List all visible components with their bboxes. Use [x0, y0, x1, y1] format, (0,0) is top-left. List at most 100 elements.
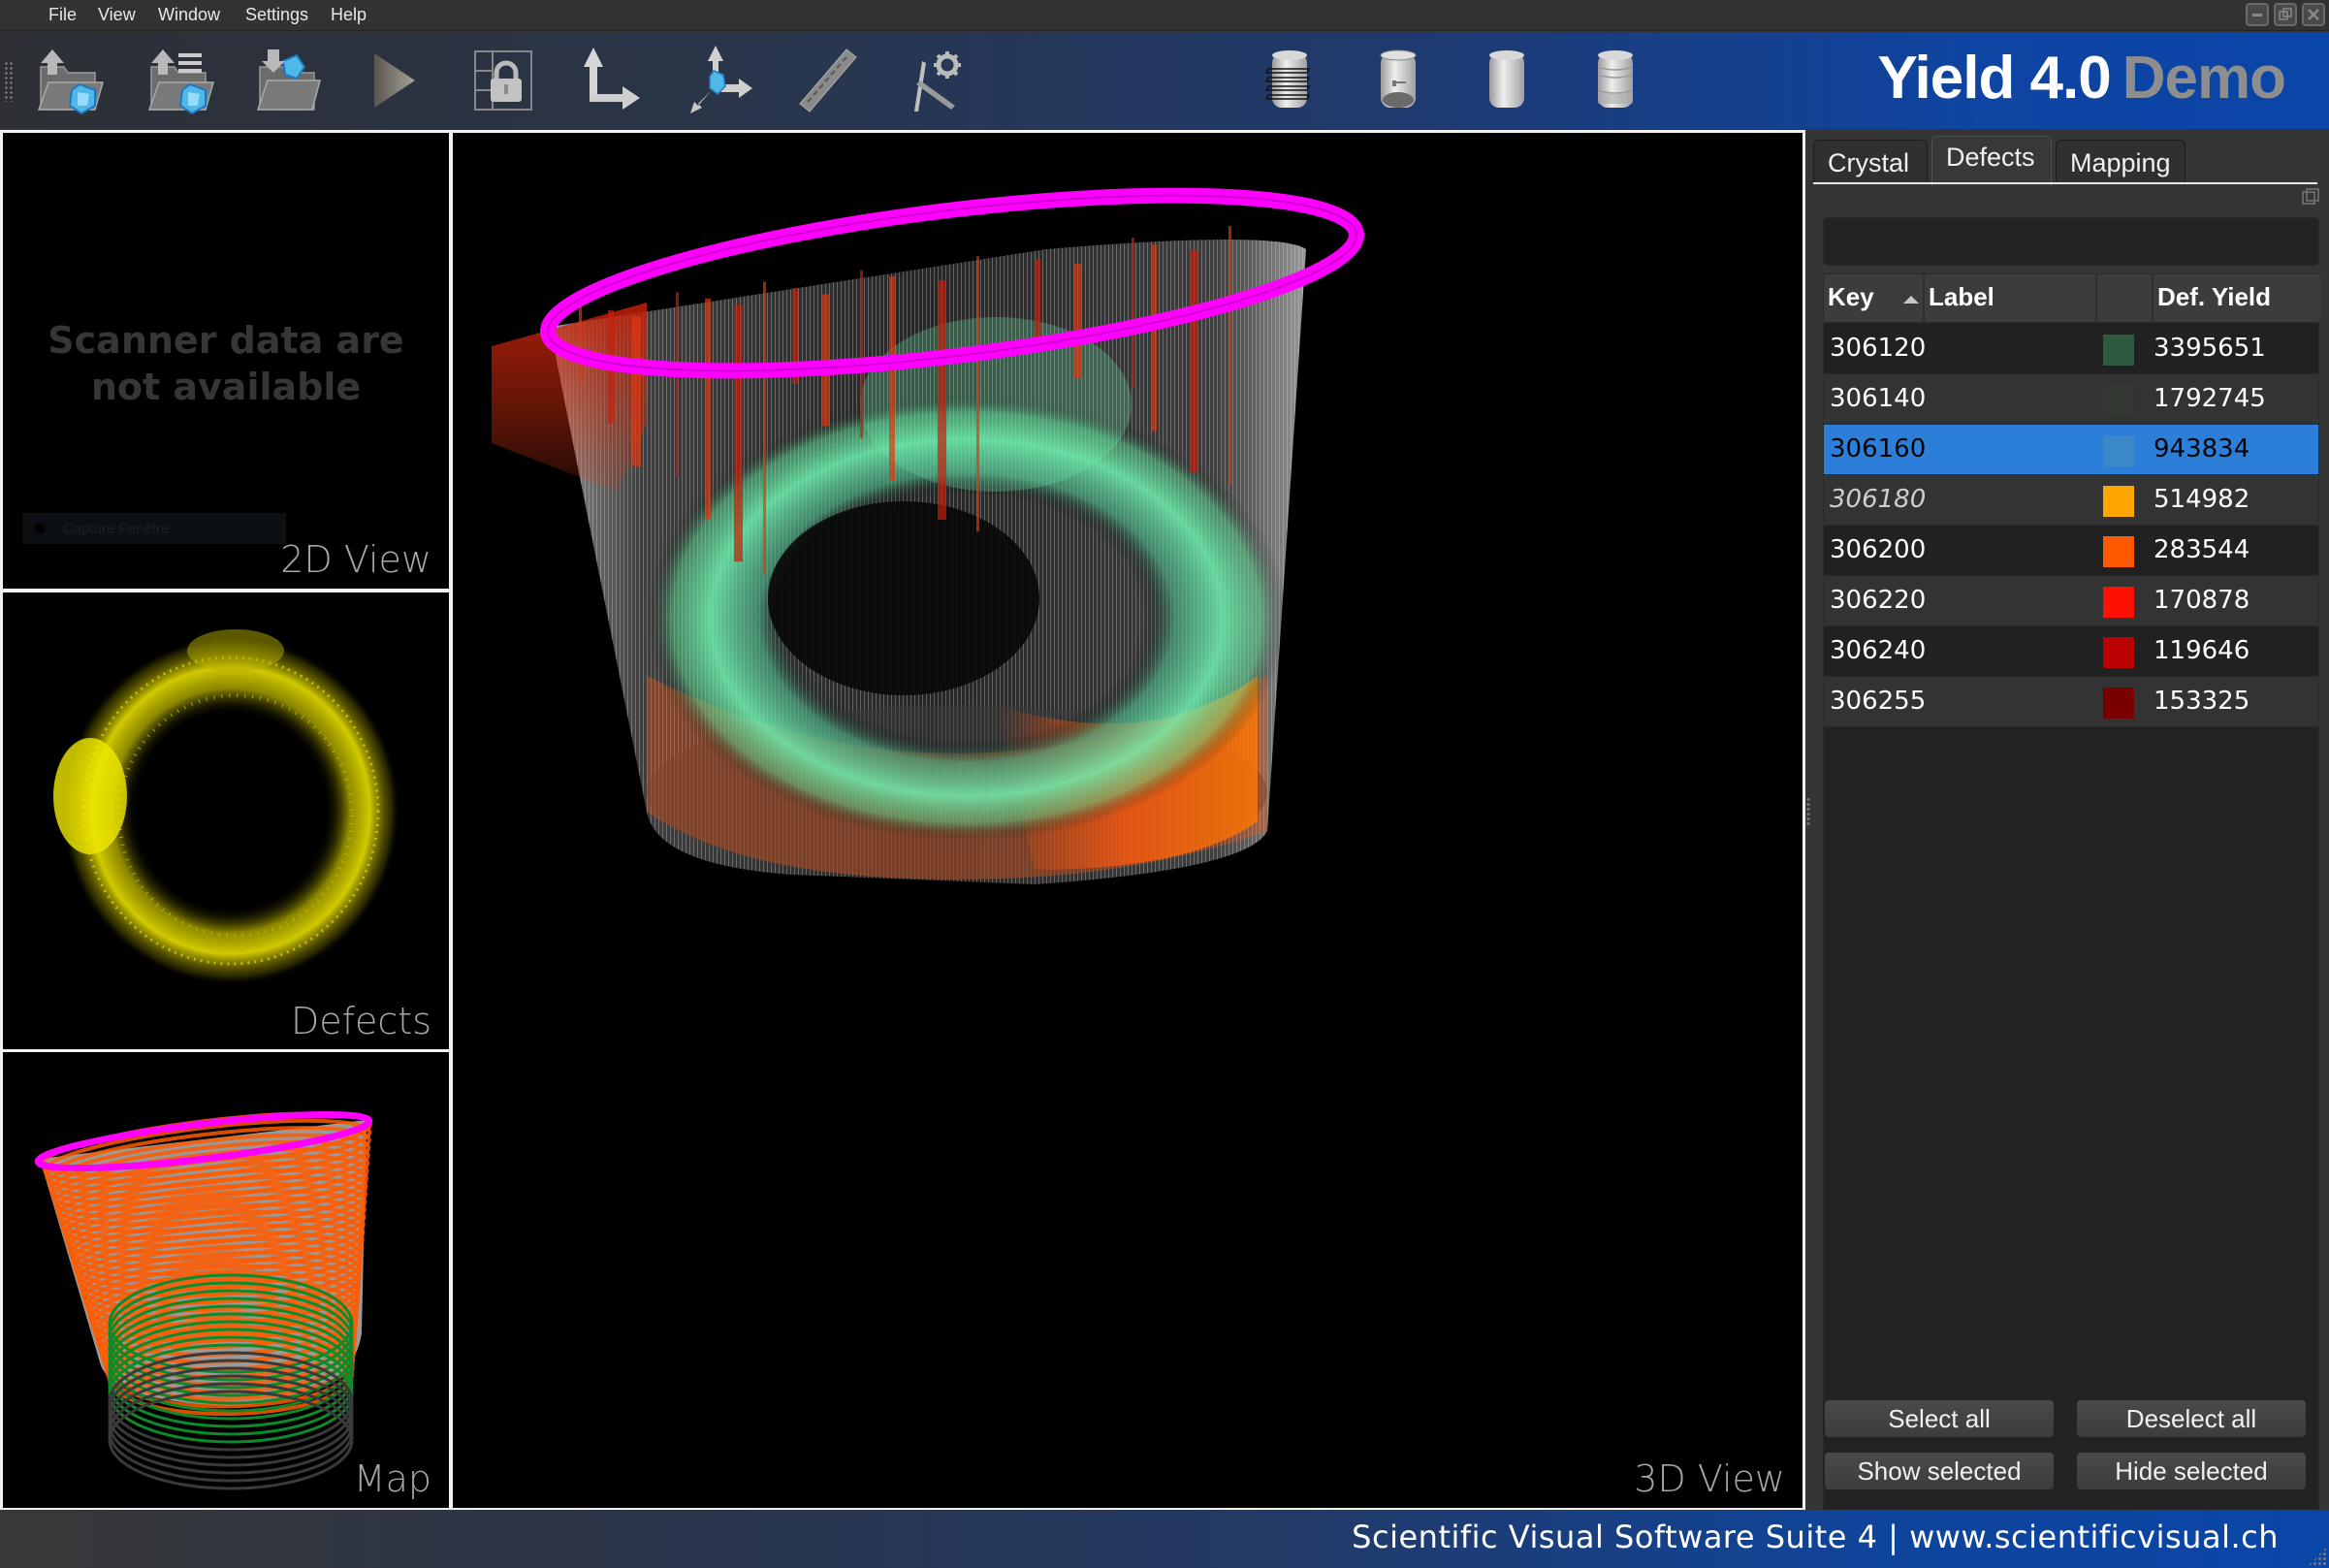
close-button[interactable]: [2302, 3, 2325, 26]
folder-list-crystal-icon: [147, 49, 214, 115]
color-swatch[interactable]: [2103, 536, 2134, 567]
axes-3d-crystal-icon: [690, 46, 752, 113]
table-row[interactable]: 306120 3395651: [1824, 324, 2318, 374]
run-button[interactable]: [355, 42, 432, 119]
filter-input[interactable]: [1823, 217, 2319, 266]
defect-streak: [1132, 238, 1134, 388]
restore-button[interactable]: [2274, 3, 2297, 26]
defect-streak: [1190, 249, 1198, 472]
cylinder-layers-button[interactable]: [1577, 42, 1654, 119]
column-header-def-yield[interactable]: Def. Yield: [2154, 274, 2320, 323]
defect-streak: [1151, 244, 1157, 432]
minimize-icon: [2252, 14, 2262, 16]
color-swatch[interactable]: [2103, 587, 2134, 618]
defect-streak: [1035, 259, 1040, 337]
view-2d-panel[interactable]: Scanner data are not available Capture F…: [0, 130, 452, 592]
cylinder-plain-button[interactable]: [1468, 42, 1546, 119]
footer-text: Scientific Visual Software Suite 4 | www…: [1352, 1519, 2279, 1555]
view-3d-panel[interactable]: 3D View: [450, 130, 1805, 1511]
cylinder-icon: [1489, 50, 1524, 108]
table-row[interactable]: 306200 283544: [1824, 526, 2318, 576]
color-swatch[interactable]: [2103, 435, 2134, 466]
toolbar: Yield 4.0 Demo: [0, 32, 2329, 129]
message-line-1: Scanner data are: [48, 319, 404, 362]
message-line-2: not available: [90, 366, 362, 408]
menu-settings[interactable]: Settings: [245, 5, 308, 25]
window-resize-grip[interactable]: [2308, 1547, 2327, 1566]
cell-key: 306160: [1830, 434, 1927, 464]
sort-ascending-icon: [1903, 296, 1919, 304]
map-view-label: Map: [353, 1457, 431, 1500]
brand-edition: Demo: [2122, 45, 2286, 112]
defect-streak: [889, 276, 895, 480]
status-footer: Scientific Visual Software Suite 4 | www…: [0, 1510, 2329, 1568]
cell-key: 306255: [1830, 687, 1927, 716]
defect-streak: [676, 292, 679, 478]
open-crystal-list-button[interactable]: [142, 42, 219, 119]
table-row[interactable]: 306255 153325: [1824, 677, 2318, 727]
table-row[interactable]: 306220 170878: [1824, 576, 2318, 626]
cell-def-yield: 170878: [2154, 586, 2250, 615]
defects-view-panel[interactable]: Defects: [0, 590, 452, 1053]
axes-3d-crystal-button[interactable]: [683, 42, 760, 119]
color-swatch[interactable]: [2103, 637, 2134, 668]
tab-bar-line: [1813, 182, 2317, 184]
defect-streak: [860, 270, 863, 438]
menu-help[interactable]: Help: [331, 5, 367, 25]
select-all-button[interactable]: Select all: [1823, 1398, 2056, 1439]
minimize-button[interactable]: [2246, 3, 2269, 26]
cylinder-slices-button[interactable]: [1251, 42, 1328, 119]
cylinder-section-icon: [1380, 49, 1417, 108]
color-swatch[interactable]: [2103, 688, 2134, 719]
defect-streak: [705, 298, 711, 520]
cell-def-yield: 283544: [2154, 535, 2250, 564]
tools-settings-button[interactable]: [900, 42, 977, 119]
table-row[interactable]: 306140 1792745: [1824, 374, 2318, 425]
axes-2d-button[interactable]: [572, 42, 650, 119]
lock-layout-button[interactable]: [465, 42, 543, 119]
table-header: Key Label Def. Yield: [1824, 274, 2320, 323]
column-header-color[interactable]: [2097, 274, 2154, 323]
column-header-label[interactable]: Label: [1925, 274, 2097, 323]
tab-crystal[interactable]: Crystal: [1813, 140, 1928, 184]
defect-streak: [632, 316, 641, 466]
menu-view[interactable]: View: [98, 5, 136, 25]
cell-key: 306120: [1830, 334, 1927, 363]
map-visualization: [34, 1110, 373, 1490]
close-icon: [2308, 9, 2319, 20]
menu-file[interactable]: File: [48, 5, 77, 25]
defect-streak: [579, 304, 582, 382]
ruler-button[interactable]: [789, 42, 867, 119]
color-swatch[interactable]: [2103, 486, 2134, 517]
cell-def-yield: 943834: [2154, 434, 2250, 464]
crystal-core-hole: [768, 501, 1039, 695]
show-selected-button[interactable]: Show selected: [1823, 1451, 2056, 1491]
float-dock-icon[interactable]: [2302, 188, 2319, 206]
folder-download-crystal-icon: [256, 49, 321, 111]
menu-window[interactable]: Window: [158, 5, 220, 25]
table-row[interactable]: 306240 119646: [1824, 626, 2318, 677]
window-controls: [2246, 3, 2325, 26]
defects-hotspot: [53, 738, 127, 854]
defects-dock: Crystal Defects Mapping Key Label Def. Y…: [1805, 130, 2329, 1515]
table-row[interactable]: 306180 514982: [1824, 475, 2318, 526]
defect-streak: [1073, 264, 1082, 379]
cell-key: 306140: [1830, 384, 1927, 413]
cylinder-section-button[interactable]: [1359, 42, 1437, 119]
color-swatch[interactable]: [2103, 335, 2134, 366]
color-swatch[interactable]: [2103, 385, 2134, 416]
cell-def-yield: 3395651: [2154, 334, 2266, 363]
dock-splitter-handle[interactable]: [1805, 797, 1811, 826]
import-crystal-button[interactable]: [250, 42, 328, 119]
open-crystal-button[interactable]: [31, 42, 109, 119]
cell-key: 306180: [1830, 485, 1927, 514]
map-view-panel[interactable]: Map: [0, 1049, 452, 1511]
tab-defects[interactable]: Defects: [1931, 136, 2052, 186]
tab-mapping[interactable]: Mapping: [2056, 140, 2185, 184]
table-row[interactable]: 306160 943834: [1824, 425, 2318, 475]
deselect-all-button[interactable]: Deselect all: [2075, 1398, 2308, 1439]
defects-ring-visualization: [53, 629, 400, 985]
hide-selected-button[interactable]: Hide selected: [2075, 1451, 2308, 1491]
toolbar-grip[interactable]: [4, 61, 14, 102]
cell-def-yield: 153325: [2154, 687, 2250, 716]
